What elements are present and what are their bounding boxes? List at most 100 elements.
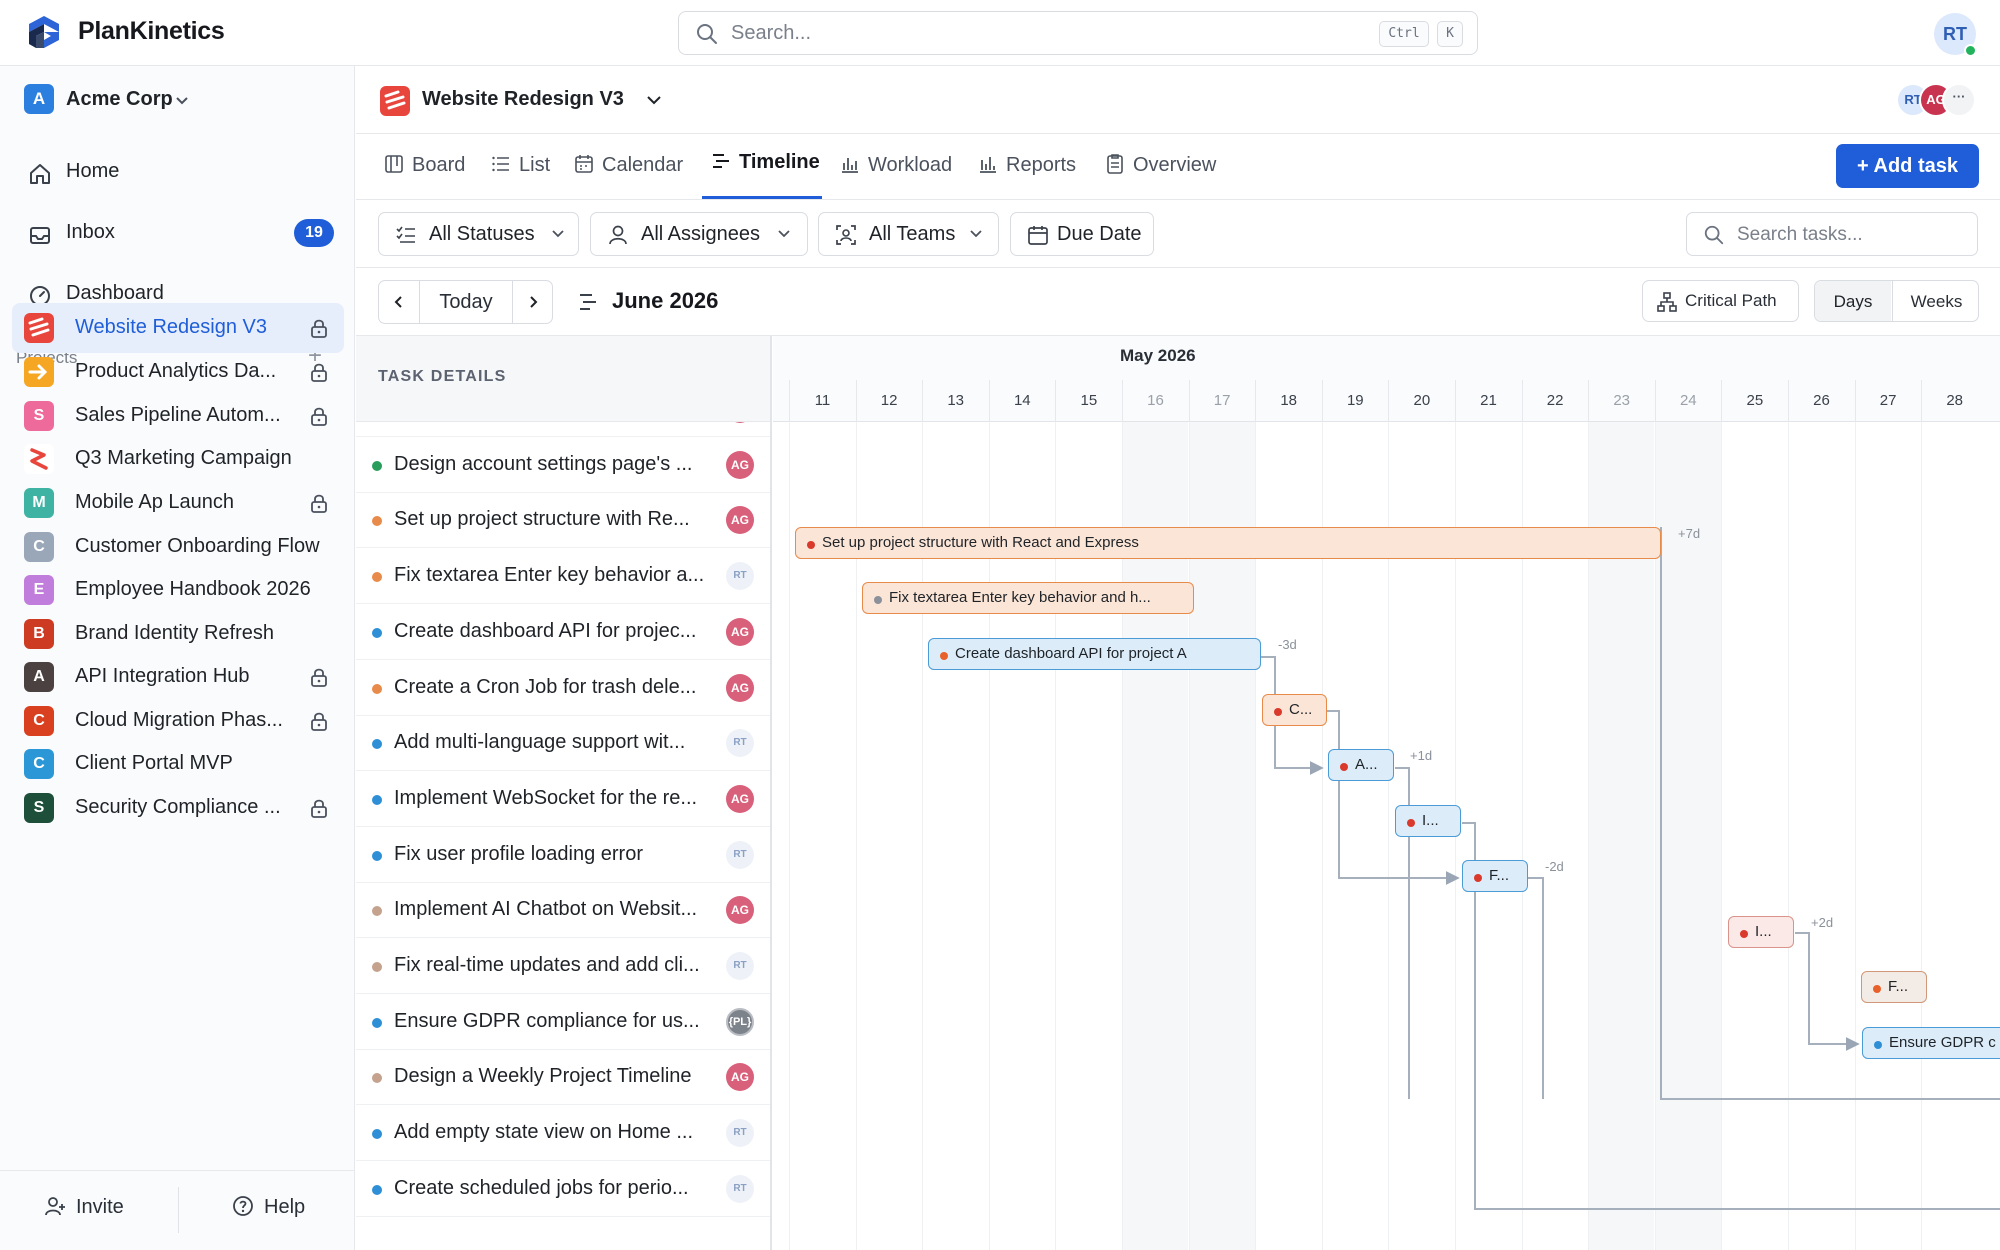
project-icon (24, 444, 54, 474)
sidebar-project-item[interactable]: C Client Portal MVP (12, 739, 344, 789)
app-logo-icon[interactable] (24, 13, 64, 53)
previous-period-button[interactable] (379, 281, 419, 323)
sidebar-project-item[interactable]: M Mobile Ap Launch (12, 478, 344, 528)
task-row[interactable]: Fix textarea Enter key behavior a... RT (356, 548, 770, 605)
sidebar-project-item[interactable]: A API Integration Hub (12, 652, 344, 702)
chevron-down-icon (552, 230, 564, 238)
bar-label: F... (1489, 867, 1510, 884)
help-button[interactable]: Help (232, 1195, 305, 1219)
sidebar-project-item[interactable]: Q3 Marketing Campaign (12, 434, 344, 484)
tab-board[interactable]: Board (384, 154, 465, 177)
lock-icon (310, 406, 328, 426)
sidebar-project-item[interactable]: E Employee Handbook 2026 (12, 565, 344, 615)
tab-workload[interactable]: Workload (840, 154, 952, 177)
global-search-input[interactable]: Search... Ctrl K (678, 11, 1478, 55)
workspace-switcher[interactable]: A Acme Corp (0, 66, 355, 132)
nav-inbox[interactable]: Inbox 19 (24, 213, 334, 253)
assignee-avatar[interactable]: RT (726, 952, 754, 980)
critical-path-label: Critical Path (1685, 291, 1777, 310)
task-row[interactable]: Implement WebSocket for the re... AG (356, 771, 770, 827)
gantt-bar[interactable]: Ensure GDPR c (1862, 1027, 2000, 1059)
due-date-filter-button[interactable]: Due Date (1010, 212, 1154, 256)
gantt-bar[interactable]: F... (1861, 971, 1927, 1003)
project-name: Employee Handbook 2026 (75, 578, 311, 600)
gantt-bar[interactable]: Create dashboard API for project A (928, 638, 1261, 670)
task-row[interactable]: Set up project structure with Re... AG (356, 492, 770, 549)
lock-icon (310, 667, 328, 687)
tab-calendar[interactable]: Calendar (574, 154, 683, 177)
task-row[interactable]: Design a Weekly Project Timeline AG (356, 1049, 770, 1106)
inbox-count-badge: 19 (294, 219, 334, 247)
task-row[interactable]: Implement AI Chatbot on Websit... AG (356, 882, 770, 939)
sidebar-project-item[interactable]: Website Redesign V3 (12, 303, 344, 353)
assignee-avatar[interactable]: AG (726, 1063, 754, 1092)
invite-button[interactable]: Invite (44, 1195, 124, 1219)
days-zoom-button[interactable]: Days (1815, 281, 1891, 321)
assignee-avatar[interactable]: AG (726, 506, 754, 535)
tab-reports[interactable]: Reports (978, 154, 1076, 177)
assignee-avatar[interactable]: RT (726, 1119, 754, 1148)
sidebar-project-item[interactable]: S Security Compliance ... (12, 783, 344, 833)
task-row[interactable]: Create a Cron Job for trash dele... AG (356, 660, 770, 716)
workspace-name: Acme Corp (66, 88, 173, 110)
task-row[interactable]: Ensure GDPR compliance for us... {PL} (356, 994, 770, 1050)
task-row[interactable]: Add multi-language support wit... RT (356, 715, 770, 772)
assignee-avatar[interactable]: AG (726, 673, 754, 702)
weeks-zoom-button[interactable]: Weeks (1892, 281, 1978, 321)
next-period-button[interactable] (513, 281, 553, 323)
tab-overview[interactable]: Overview (1105, 154, 1216, 177)
timeline-nav-bar: Today June 2026 Critical Path Days Weeks (356, 268, 2000, 336)
project-icon: C (24, 749, 54, 779)
bar-status-dot (874, 596, 882, 604)
status-dot (372, 627, 382, 638)
assignee-avatar[interactable]: {PL} (726, 1007, 754, 1036)
team-filter-dropdown[interactable]: All Teams (818, 212, 999, 256)
status-filter-dropdown[interactable]: All Statuses (378, 212, 579, 256)
status-dot (372, 1129, 382, 1140)
assignee-avatar[interactable]: RT (726, 729, 754, 758)
critical-path-button[interactable]: Critical Path (1642, 280, 1799, 322)
gantt-bar[interactable]: A... (1328, 749, 1394, 781)
tab-timeline[interactable]: Timeline (711, 151, 820, 174)
project-menu-chevron-icon[interactable] (646, 95, 662, 107)
task-row[interactable]: Fix user profile loading error RT (356, 827, 770, 883)
task-row[interactable]: Create scheduled jobs for perio... RT (356, 1161, 770, 1217)
tab-label: Board (412, 154, 466, 176)
assignee-avatar[interactable]: AG (726, 617, 754, 646)
task-row[interactable]: Design account settings page's ... AG (356, 437, 770, 493)
sidebar-project-item[interactable]: Product Analytics Da... (12, 347, 344, 397)
tab-list[interactable]: List (491, 154, 550, 177)
task-row[interactable]: Add empty state view on Home ... RT (356, 1105, 770, 1162)
nav-home[interactable]: Home (24, 152, 334, 192)
zoom-toggle: Days Weeks (1814, 280, 1979, 322)
project-icon: B (24, 619, 54, 649)
add-task-button[interactable]: + Add task (1836, 144, 1979, 188)
assignee-avatar[interactable]: RT (726, 840, 754, 869)
more-members-button[interactable]: ··· (1942, 83, 1976, 117)
assignee-filter-dropdown[interactable]: All Assignees (590, 212, 808, 256)
assignee-avatar[interactable]: RT (726, 562, 754, 591)
gantt-bar[interactable]: Set up project structure with React and … (795, 527, 1661, 559)
gantt-bar[interactable]: Fix textarea Enter key behavior and h... (862, 582, 1194, 614)
home-icon (30, 164, 50, 184)
status-filter-label: All Statuses (429, 223, 535, 245)
project-icon: S (24, 793, 54, 823)
assignee-avatar[interactable]: AG (726, 450, 754, 479)
task-row[interactable]: Fix real-time updates and add cli... RT (356, 938, 770, 994)
task-search-input[interactable]: Search tasks... (1686, 212, 1978, 256)
gantt-bar[interactable]: C... (1262, 694, 1327, 726)
assignee-avatar[interactable]: AG (726, 784, 754, 813)
gantt-bar[interactable]: I... (1728, 916, 1794, 948)
dependency-line (1660, 527, 2000, 1100)
assignee-avatar[interactable]: RT (726, 1174, 754, 1203)
dependency-line (1528, 877, 1544, 1099)
help-icon (233, 1196, 253, 1216)
status-list-icon (396, 226, 415, 243)
assignee-avatar[interactable]: AG (726, 896, 754, 925)
task-row[interactable]: Create dashboard API for projec... AG (356, 604, 770, 660)
gantt-bar[interactable]: I... (1395, 805, 1461, 837)
search-icon (1704, 225, 1724, 245)
gantt-bar[interactable]: F... (1462, 860, 1528, 892)
today-button[interactable]: Today (420, 281, 512, 323)
task-title: Create a Cron Job for trash dele... (394, 675, 697, 698)
